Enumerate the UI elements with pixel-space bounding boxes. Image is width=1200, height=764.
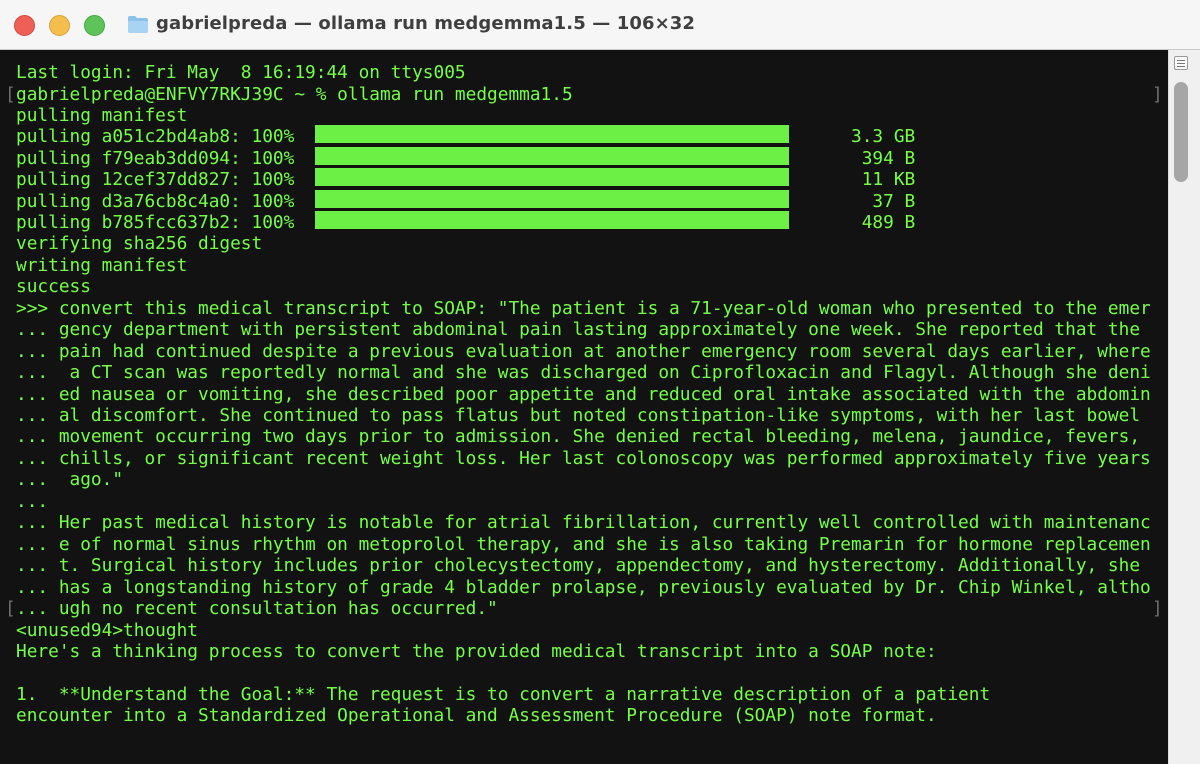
terminal-line: <unused94>thought xyxy=(16,620,198,641)
terminal-line: Here's a thinking process to convert the… xyxy=(16,641,937,662)
terminal-output[interactable]: Last login: Fri May 8 16:19:44 on ttys00… xyxy=(0,50,1168,764)
minimize-button[interactable] xyxy=(49,15,70,36)
terminal-line: ... al discomfort. She continued to pass… xyxy=(16,405,1141,426)
terminal-line: pulling a051c2bd4ab8: 100% 3.3 GB xyxy=(16,126,916,147)
window-title: gabrielpreda — ollama run medgemma1.5 — … xyxy=(156,13,695,34)
mark-bracket-close: ] xyxy=(1152,84,1163,105)
terminal-line: ... ago." xyxy=(16,469,124,490)
terminal-line: pulling manifest xyxy=(16,105,188,126)
terminal-line: gabrielpreda@ENFVY7RKJ39C ~ % ollama run… xyxy=(16,84,573,105)
terminal-line: >>> convert this medical transcript to S… xyxy=(16,298,1151,319)
terminal-line: ... ed nausea or vomiting, she described… xyxy=(16,384,1151,405)
terminal-line: ... Her past medical history is notable … xyxy=(16,512,1151,533)
terminal-line: pulling 12cef37dd827: 100% 11 KB xyxy=(16,169,916,190)
title-bar[interactable]: gabrielpreda — ollama run medgemma1.5 — … xyxy=(0,0,1200,50)
zoom-button[interactable] xyxy=(84,15,105,36)
mark-bracket-open: [ xyxy=(5,84,16,105)
terminal-line: pulling b785fcc637b2: 100% 489 B xyxy=(16,212,916,233)
terminal-line: ... pain had continued despite a previou… xyxy=(16,341,1151,362)
terminal-line: ... a CT scan was reportedly normal and … xyxy=(16,362,1151,383)
scrollbar-menu-icon[interactable] xyxy=(1174,56,1188,70)
terminal-line: verifying sha256 digest xyxy=(16,233,263,254)
terminal-line: pulling d3a76cb8c4a0: 100% 37 B xyxy=(16,191,916,212)
terminal-line: success xyxy=(16,276,91,297)
window-title-text: gabrielpreda — ollama run medgemma1.5 xyxy=(156,13,586,34)
terminal-window: gabrielpreda — ollama run medgemma1.5 — … xyxy=(0,0,1200,764)
terminal-line: ... has a longstanding history of grade … xyxy=(16,577,1151,598)
terminal-line: Last login: Fri May 8 16:19:44 on ttys00… xyxy=(16,62,466,83)
scrollbar-thumb[interactable] xyxy=(1174,82,1188,182)
terminal-line: ... t. Surgical history includes prior c… xyxy=(16,555,1141,576)
mark-bracket-close: ] xyxy=(1152,598,1163,619)
mark-bracket-open: [ xyxy=(5,598,16,619)
folder-icon xyxy=(128,16,148,33)
terminal-line: ... chills, or significant recent weight… xyxy=(16,448,1151,469)
terminal-line: ... ugh no recent consultation has occur… xyxy=(16,598,498,619)
terminal-line: pulling f79eab3dd094: 100% 394 B xyxy=(16,148,916,169)
terminal-line: ... xyxy=(16,491,49,512)
terminal-line: encounter into a Standardized Operationa… xyxy=(16,705,937,726)
terminal-line: 1. **Understand the Goal:** The request … xyxy=(16,684,991,705)
terminal-line: ... gency department with persistent abd… xyxy=(16,319,1141,340)
terminal-line: ... movement occurring two days prior to… xyxy=(16,426,1141,447)
terminal-line: writing manifest xyxy=(16,255,188,276)
terminal-line: ... e of normal sinus rhythm on metoprol… xyxy=(16,534,1151,555)
close-button[interactable] xyxy=(14,15,35,36)
